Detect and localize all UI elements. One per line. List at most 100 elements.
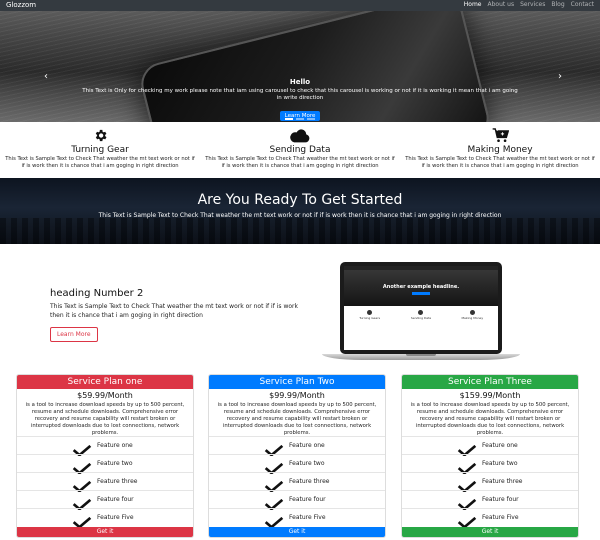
laptop-notch bbox=[406, 354, 436, 356]
plan-price: $59.99/Month bbox=[77, 391, 133, 400]
feature-row: Feature one bbox=[209, 436, 385, 457]
feature-label: Feature three bbox=[289, 478, 330, 485]
laptop-image: Another example headline. Turning Gears … bbox=[322, 262, 520, 362]
feature-text: This Text is Sample Text to Check That w… bbox=[205, 156, 395, 170]
section-text: This Text is Sample Text to Check That w… bbox=[50, 303, 298, 320]
feature-list: Feature one Feature two Feature three Featu… bbox=[209, 436, 385, 529]
cart-plus-icon bbox=[400, 128, 600, 144]
feature-list: Feature one Feature two Feature three Featu… bbox=[402, 436, 578, 529]
feature-label: Feature two bbox=[482, 460, 518, 467]
feature-label: Feature four bbox=[97, 496, 134, 503]
hero-caption: Hello This Text is Only for checking my … bbox=[0, 78, 600, 122]
heading-section: heading Number 2 This Text is Sample Tex… bbox=[50, 288, 300, 342]
navbar: Glozzom Home About us Services Blog Cont… bbox=[0, 0, 600, 11]
plan-price: $99.99/Month bbox=[269, 391, 325, 400]
feature-label: Feature Five bbox=[482, 514, 519, 521]
pricing-card-1: Service Plan one $59.99/Month is a tool to… bbox=[16, 374, 194, 538]
gear-icon bbox=[367, 310, 373, 316]
feature-label: Feature four bbox=[289, 496, 326, 503]
nav-blog[interactable]: Blog bbox=[551, 1, 564, 8]
plan-title: Service Plan Two bbox=[209, 375, 385, 389]
laptop-feature-2: Sending Data bbox=[401, 310, 441, 320]
carousel-indicator-2[interactable] bbox=[296, 118, 304, 120]
plan-price: $159.99/Month bbox=[459, 391, 521, 400]
plan-description: is a tool to increase download speeds by… bbox=[217, 402, 377, 436]
banner-background bbox=[0, 218, 600, 244]
feature-row: Feature four bbox=[209, 490, 385, 511]
hero-title: Hello bbox=[289, 78, 311, 86]
feature-row: Feature Five bbox=[402, 508, 578, 529]
feature-title: Making Money bbox=[467, 145, 533, 155]
feature-label: Feature one bbox=[482, 442, 518, 449]
feature-row: Feature two bbox=[209, 454, 385, 475]
feature-row: Feature three bbox=[209, 472, 385, 493]
laptop-screen-content: Another example headline. Turning Gears … bbox=[344, 266, 498, 350]
cloud-icon bbox=[200, 128, 400, 144]
get-it-button[interactable]: Get it bbox=[209, 527, 385, 537]
nav-about[interactable]: About us bbox=[488, 1, 515, 8]
nav-contact[interactable]: Contact bbox=[571, 1, 594, 8]
laptop-feature-3: Making Money bbox=[452, 310, 492, 320]
gear-icon bbox=[0, 128, 200, 144]
laptop-navbar bbox=[344, 266, 498, 270]
get-it-button[interactable]: Get it bbox=[402, 527, 578, 537]
hero-carousel: ‹ › Hello This Text is Only for checking… bbox=[0, 11, 600, 122]
carousel-indicators bbox=[285, 118, 315, 120]
feature-title: Turning Gear bbox=[71, 145, 129, 155]
feature-row: Feature three bbox=[17, 472, 193, 493]
get-started-banner: Are You Ready To Get Started This Text i… bbox=[0, 178, 600, 244]
feature-text: This Text is Sample Text to Check That w… bbox=[405, 156, 595, 170]
hero-text: This Text is Only for checking my work p… bbox=[82, 88, 518, 102]
feature-label: Feature three bbox=[482, 478, 523, 485]
nav-home[interactable]: Home bbox=[464, 1, 482, 8]
feature-row: Feature four bbox=[402, 490, 578, 511]
features-row: Turning Gear This Text is Sample Text to… bbox=[0, 124, 600, 178]
plan-description: is a tool to increase download speeds by… bbox=[410, 402, 570, 436]
plan-title: Service Plan Three bbox=[402, 375, 578, 389]
feature-row: Feature two bbox=[17, 454, 193, 475]
feature-text: This Text is Sample Text to Check That w… bbox=[5, 156, 195, 170]
get-it-button[interactable]: Get it bbox=[17, 527, 193, 537]
nav-services[interactable]: Services bbox=[520, 1, 545, 8]
feature-label: Feature Five bbox=[97, 514, 134, 521]
feature-row: Feature one bbox=[17, 436, 193, 457]
plan-description: is a tool to increase download speeds by… bbox=[25, 402, 185, 436]
banner-title: Are You Ready To Get Started bbox=[197, 192, 403, 208]
plan-title: Service Plan one bbox=[17, 375, 193, 389]
hero-learn-more-button[interactable]: Learn More bbox=[279, 111, 321, 122]
feature-row: Feature one bbox=[402, 436, 578, 457]
feature-row: Feature four bbox=[17, 490, 193, 511]
feature-label: Feature three bbox=[97, 478, 138, 485]
feature-title: Sending Data bbox=[269, 145, 331, 155]
laptop-button bbox=[412, 292, 430, 295]
section-heading: heading Number 2 bbox=[50, 288, 144, 299]
laptop-features: Turning Gears Sending Data Making Money bbox=[344, 306, 498, 320]
pricing-card-3: Service Plan Three $159.99/Month is a tool… bbox=[401, 374, 579, 538]
laptop-hero: Another example headline. bbox=[344, 266, 498, 307]
feature-list: Feature one Feature two Feature three Featu… bbox=[17, 436, 193, 529]
nav-links: Home About us Services Blog Contact bbox=[464, 1, 594, 8]
feature-row: Feature Five bbox=[17, 508, 193, 529]
feature-label: Feature one bbox=[97, 442, 133, 449]
brand-logo[interactable]: Glozzom bbox=[6, 1, 36, 9]
carousel-indicator-1[interactable] bbox=[285, 118, 293, 120]
carousel-indicator-3[interactable] bbox=[307, 118, 315, 120]
learn-more-button[interactable]: Learn More bbox=[50, 326, 98, 342]
feature-row: Feature two bbox=[402, 454, 578, 475]
feature-making-money: Making Money This Text is Sample Text to… bbox=[400, 124, 600, 178]
feature-label: Feature two bbox=[289, 460, 325, 467]
feature-row: Feature three bbox=[402, 472, 578, 493]
feature-sending-data: Sending Data This Text is Sample Text to… bbox=[200, 124, 400, 178]
cloud-icon bbox=[418, 310, 424, 316]
cart-plus-icon bbox=[469, 310, 475, 316]
feature-label: Feature Five bbox=[289, 514, 326, 521]
feature-row: Feature Five bbox=[209, 508, 385, 529]
feature-label: Feature two bbox=[97, 460, 133, 467]
feature-label: Feature one bbox=[289, 442, 325, 449]
laptop-screen: Another example headline. Turning Gears … bbox=[340, 262, 502, 354]
feature-label: Feature four bbox=[482, 496, 519, 503]
pricing-card-2: Service Plan Two $99.99/Month is a tool to… bbox=[208, 374, 386, 538]
laptop-headline: Another example headline. bbox=[382, 284, 460, 290]
feature-turning-gear: Turning Gear This Text is Sample Text to… bbox=[0, 124, 200, 178]
banner-text: This Text is Sample Text to Check That w… bbox=[98, 212, 502, 219]
